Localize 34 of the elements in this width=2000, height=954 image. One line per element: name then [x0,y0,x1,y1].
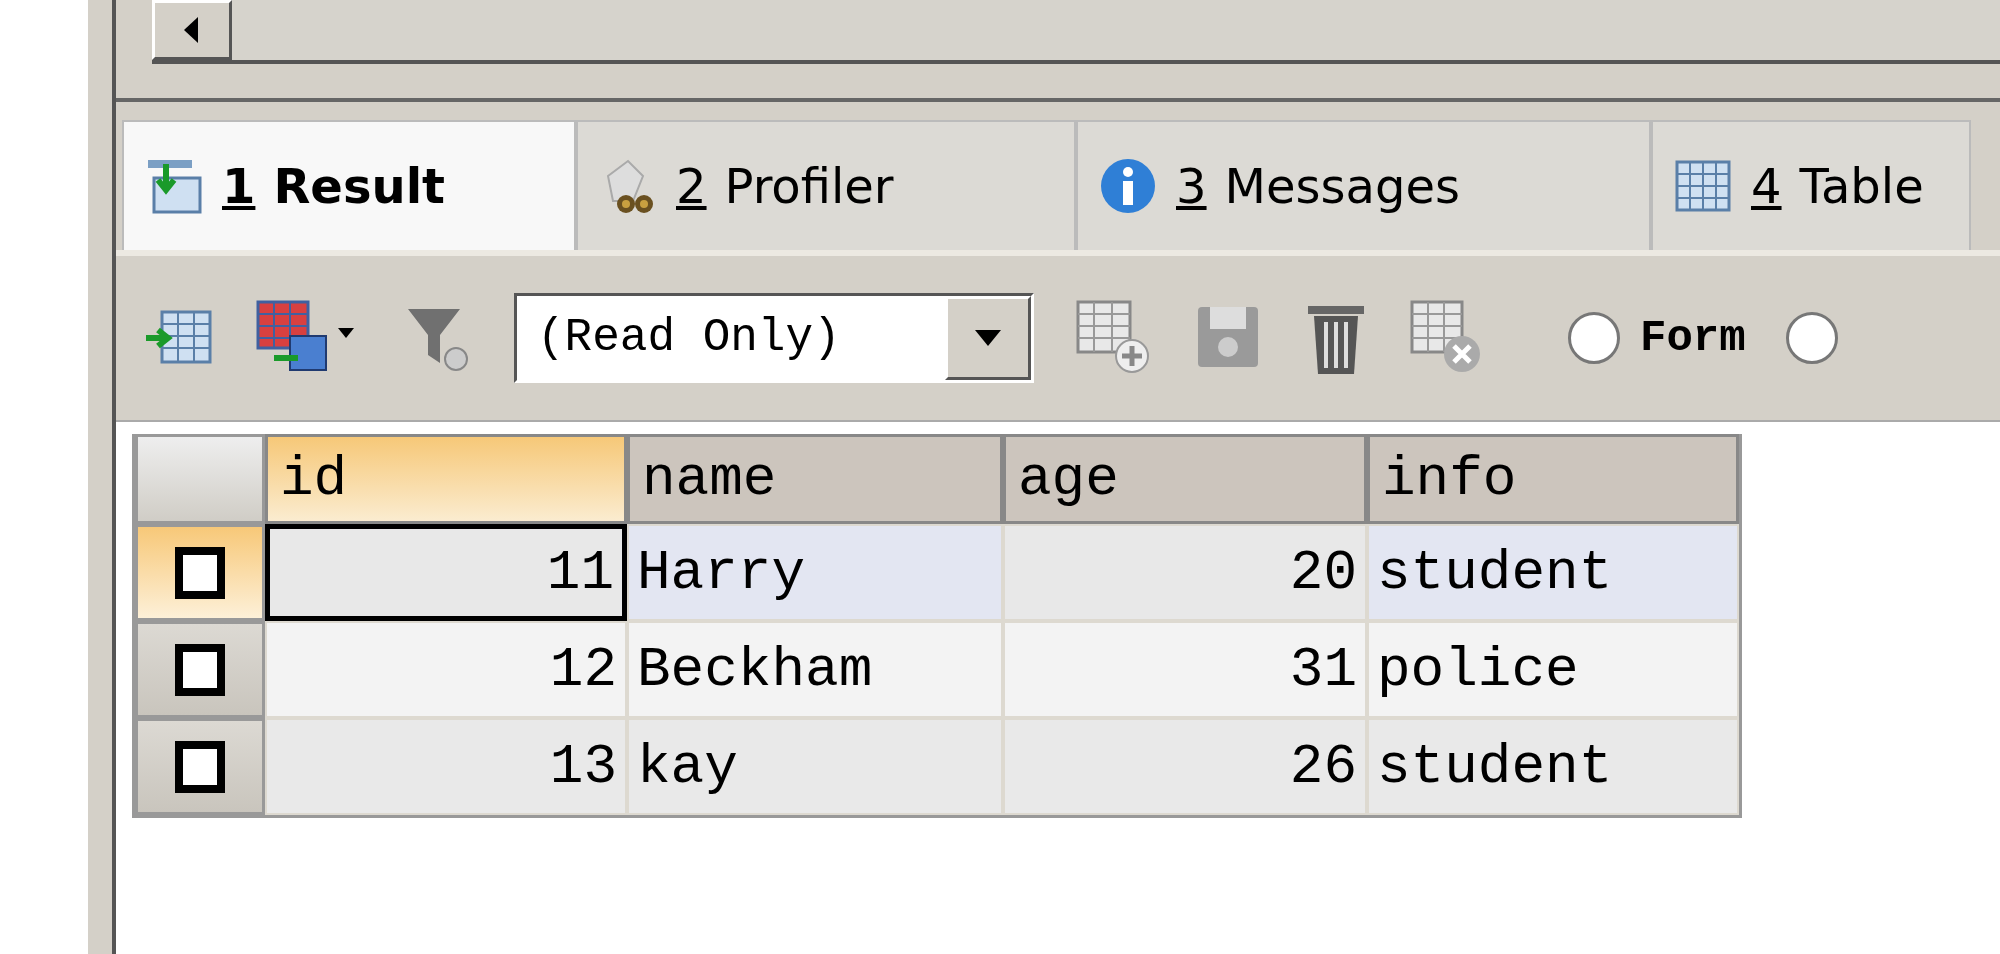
scroll-left-button[interactable] [152,0,232,60]
column-header[interactable]: info [1367,434,1739,524]
info-icon [1098,156,1158,216]
table-cell: kay [627,718,1003,815]
radio-button[interactable] [1785,312,1838,364]
row-header[interactable] [135,718,265,815]
column-header[interactable]: id [265,434,627,524]
checkbox[interactable] [175,546,225,599]
table-cell: 31 [1003,621,1367,718]
table-cell: 12 [265,621,627,718]
table-cell: Harry [627,524,1003,621]
tab[interactable]: 1 Result [122,120,576,250]
table-cell: student [1367,524,1739,621]
splitter-bar[interactable] [88,0,116,954]
table-cell: student [1367,718,1739,815]
tab[interactable]: 2 Profiler [576,120,1076,250]
table-cell: police [1367,621,1739,718]
radio-label: Form [1640,313,1746,363]
row-header[interactable] [135,524,265,621]
horizontal-scrollbar[interactable] [152,0,2000,64]
column-header[interactable]: age [1003,434,1367,524]
row-header[interactable] [135,621,265,718]
table-cell: 13 [265,718,627,815]
table-cell: 11 [265,524,627,621]
checkbox[interactable] [175,643,225,696]
column-header[interactable]: name [627,434,1003,524]
tab[interactable]: 4 Table [1651,120,1971,250]
radio-button[interactable] [1568,312,1620,364]
checkbox[interactable] [175,740,225,793]
table-cell: 20 [1003,524,1367,621]
tab[interactable]: 3 Messages [1076,120,1651,250]
table-cell: 26 [1003,718,1367,815]
table-cell: Beckham [627,621,1003,718]
mode-dropdown[interactable]: (Read Only) [514,293,1034,383]
